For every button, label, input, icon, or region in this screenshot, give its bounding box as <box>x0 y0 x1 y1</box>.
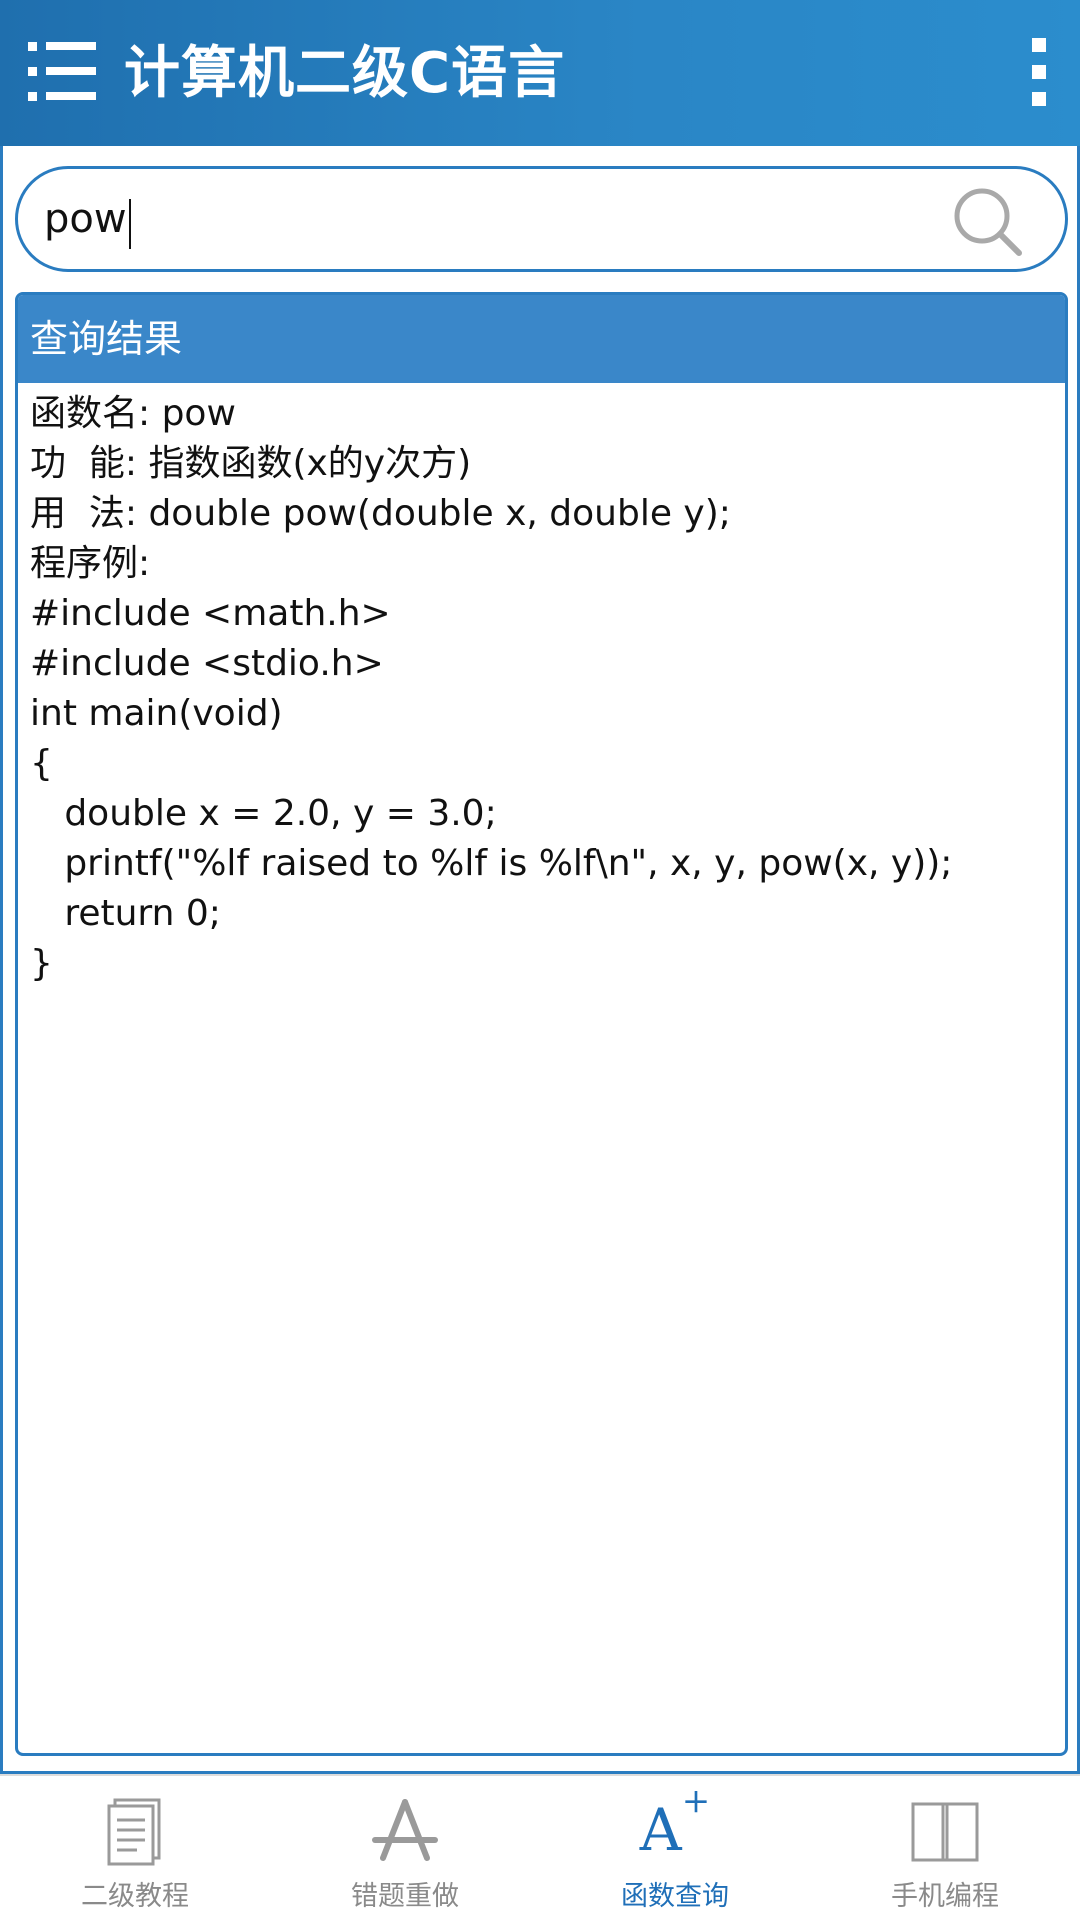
result-content: 函数名: pow 功 能: 指数函数(x的y次方) 用 法: double po… <box>30 389 1050 989</box>
search-icon[interactable] <box>949 183 1027 261</box>
nav-item-wrong-questions[interactable]: 错题重做 <box>270 1776 540 1920</box>
a-plus-sup: + <box>681 1780 711 1821</box>
nav-item-mobile-coding[interactable]: 手机编程 <box>810 1776 1080 1920</box>
document-icon <box>95 1796 175 1868</box>
bottom-nav: 二级教程 错题重做 A+ 函数查询 手机编程 <box>0 1774 1080 1920</box>
app-store-icon <box>365 1796 445 1868</box>
app-title: 计算机二级C语言 <box>124 41 566 106</box>
book-icon <box>905 1796 985 1868</box>
result-line: int main(void) <box>30 693 283 734</box>
content-area: 查询结果 函数名: pow 功 能: 指数函数(x的y次方) 用 法: doub… <box>0 146 1080 1774</box>
result-line: 用 法: double pow(double x, double y); <box>30 493 731 534</box>
nav-item-tutorial[interactable]: 二级教程 <box>0 1776 270 1920</box>
nav-label: 错题重做 <box>351 1881 459 1912</box>
app-root: 计算机二级C语言 查询结果 <box>0 0 1080 1920</box>
result-line: #include <stdio.h> <box>30 643 384 684</box>
menu-icon[interactable] <box>28 38 100 106</box>
result-line: 函数名: pow <box>30 393 236 434</box>
more-options-icon[interactable] <box>1010 32 1070 112</box>
search-input[interactable] <box>44 179 944 259</box>
result-line: #include <math.h> <box>30 593 391 634</box>
result-line: printf("%lf raised to %lf is %lf\n", x, … <box>30 843 953 884</box>
result-header: 查询结果 <box>18 295 1065 383</box>
result-line: 功 能: 指数函数(x的y次方) <box>30 443 472 484</box>
nav-label: 函数查询 <box>621 1881 729 1912</box>
result-line: return 0; <box>30 893 221 934</box>
nav-label: 手机编程 <box>891 1881 999 1912</box>
result-header-title: 查询结果 <box>30 317 183 361</box>
result-line: 程序例: <box>30 543 151 584</box>
result-panel: 查询结果 函数名: pow 功 能: 指数函数(x的y次方) 用 法: doub… <box>15 292 1068 1756</box>
result-line: { <box>30 743 53 784</box>
result-line: } <box>30 943 53 984</box>
text-cursor <box>129 199 131 249</box>
search-bar <box>15 166 1068 272</box>
a-plus-icon: A+ <box>630 1784 720 1870</box>
app-bar: 计算机二级C语言 <box>0 0 1080 146</box>
a-plus-glyph: A <box>639 1796 682 1864</box>
nav-label: 二级教程 <box>81 1881 189 1912</box>
nav-item-function-lookup[interactable]: A+ 函数查询 <box>540 1776 810 1920</box>
result-line: double x = 2.0, y = 3.0; <box>30 793 497 834</box>
